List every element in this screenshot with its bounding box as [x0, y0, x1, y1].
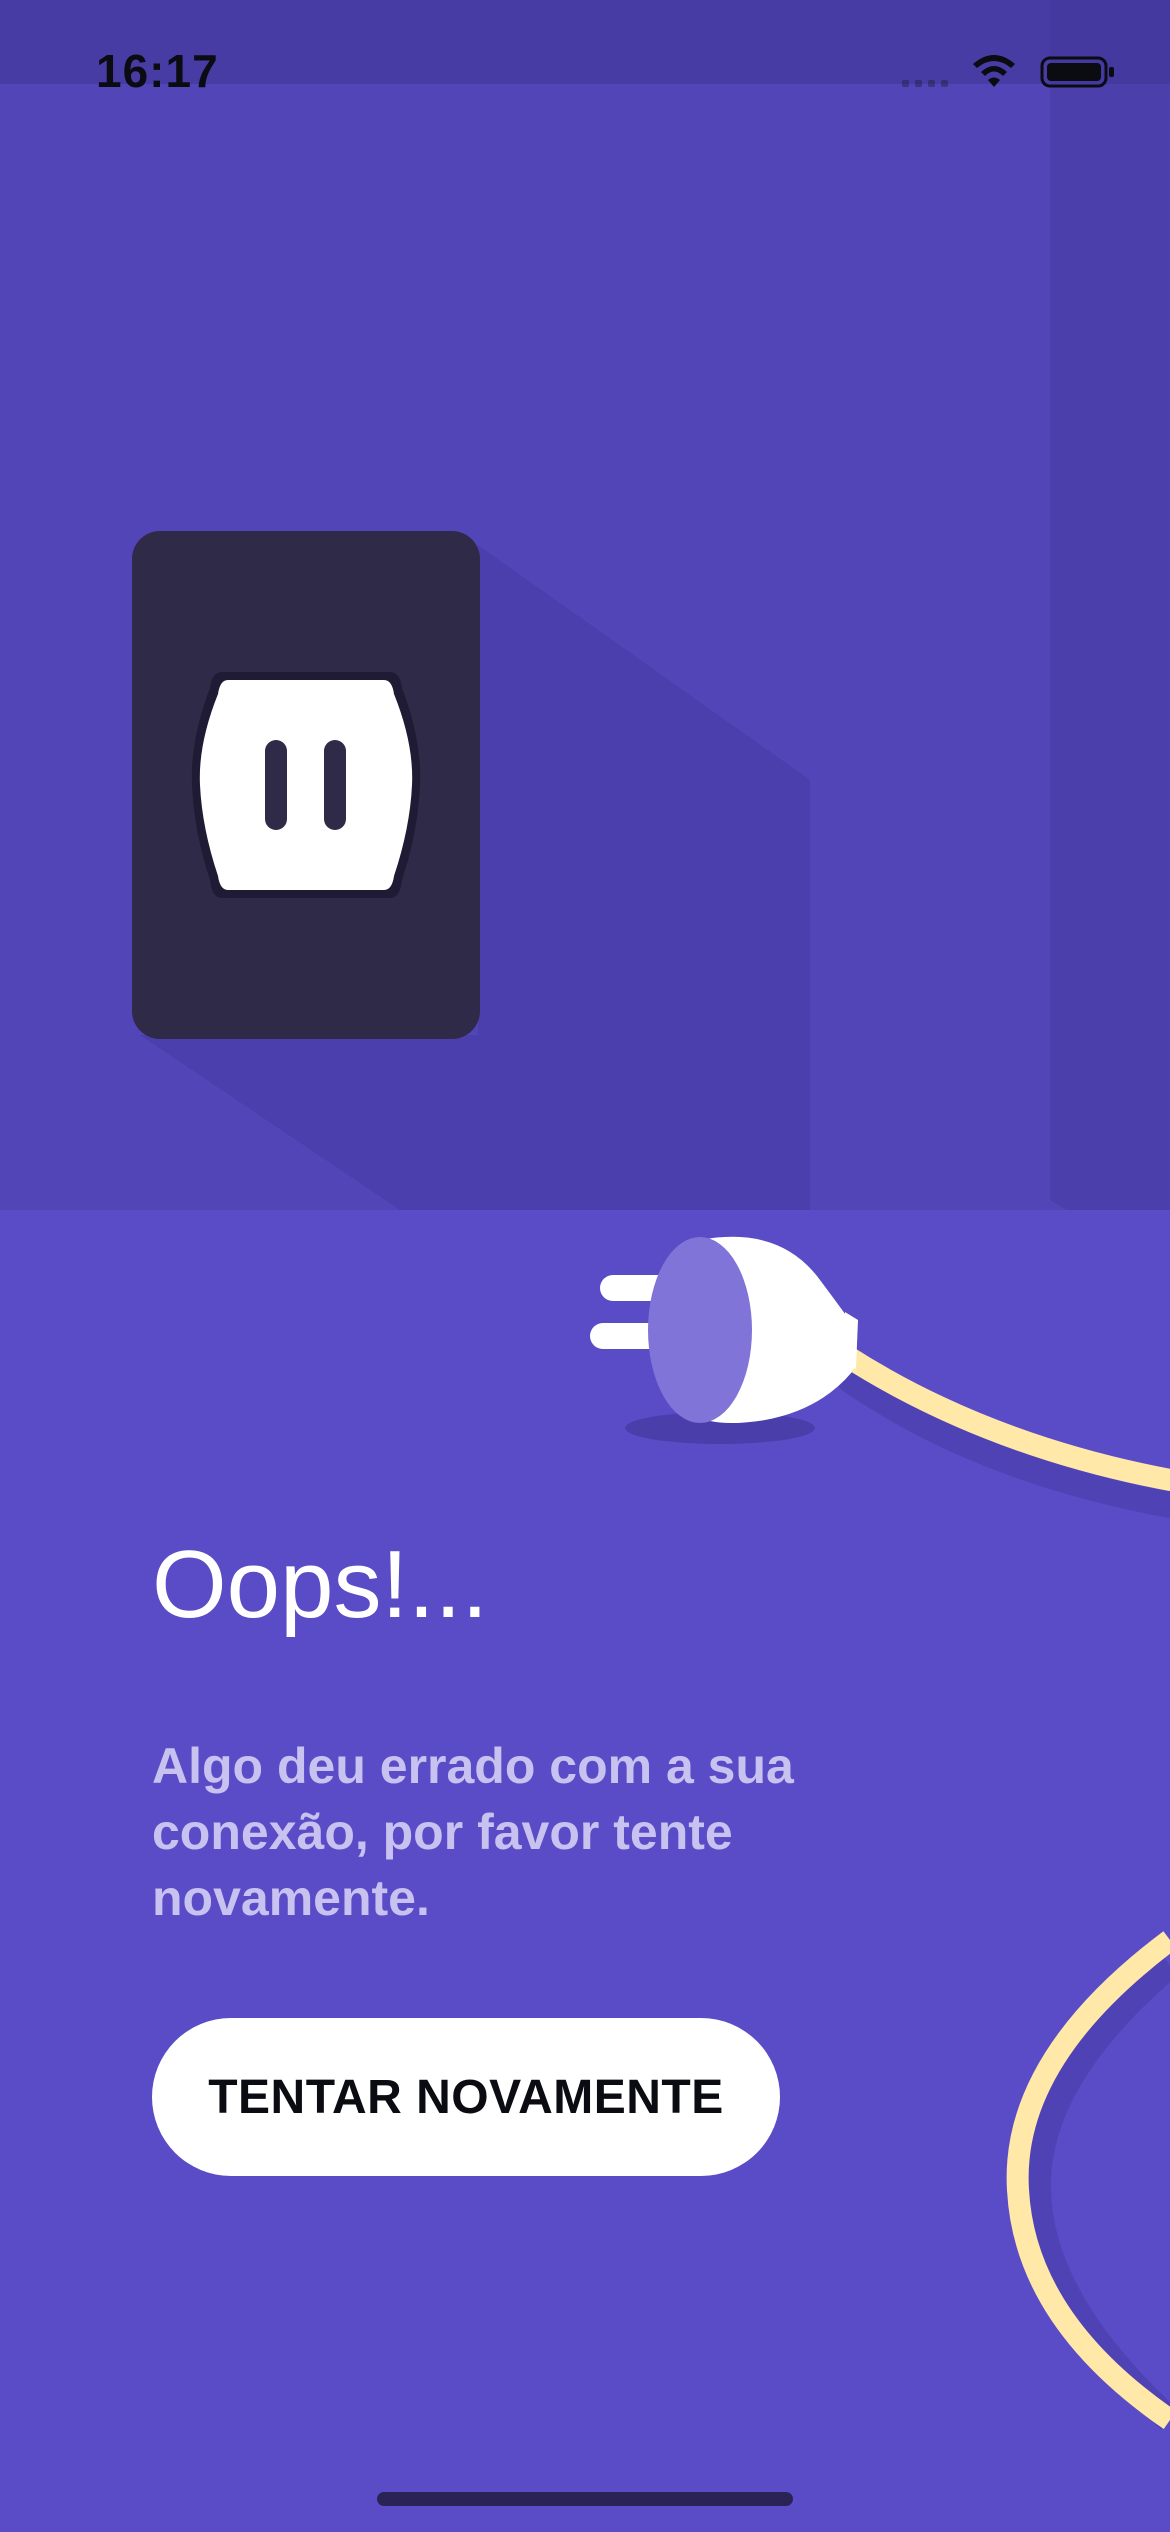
status-bar: 16:17 [0, 0, 1170, 97]
cellular-signal-icon [902, 57, 948, 87]
background-wall-side [1050, 0, 1170, 1270]
connection-error-screen: 16:17 Oops!... Algo deu errado com a sua… [0, 0, 1170, 2532]
home-indicator[interactable] [377, 2492, 793, 2506]
retry-button[interactable]: TENTAR NOVAMENTE [152, 2018, 780, 2176]
wifi-icon [973, 55, 1015, 87]
error-message: Algo deu errado com a sua conexão, por f… [152, 1738, 794, 1926]
battery-icon [1040, 56, 1114, 88]
error-title: Oops!... [152, 1531, 489, 1638]
status-icons [902, 50, 1116, 94]
status-time: 16:17 [96, 45, 219, 97]
background-wall [0, 0, 1170, 1210]
